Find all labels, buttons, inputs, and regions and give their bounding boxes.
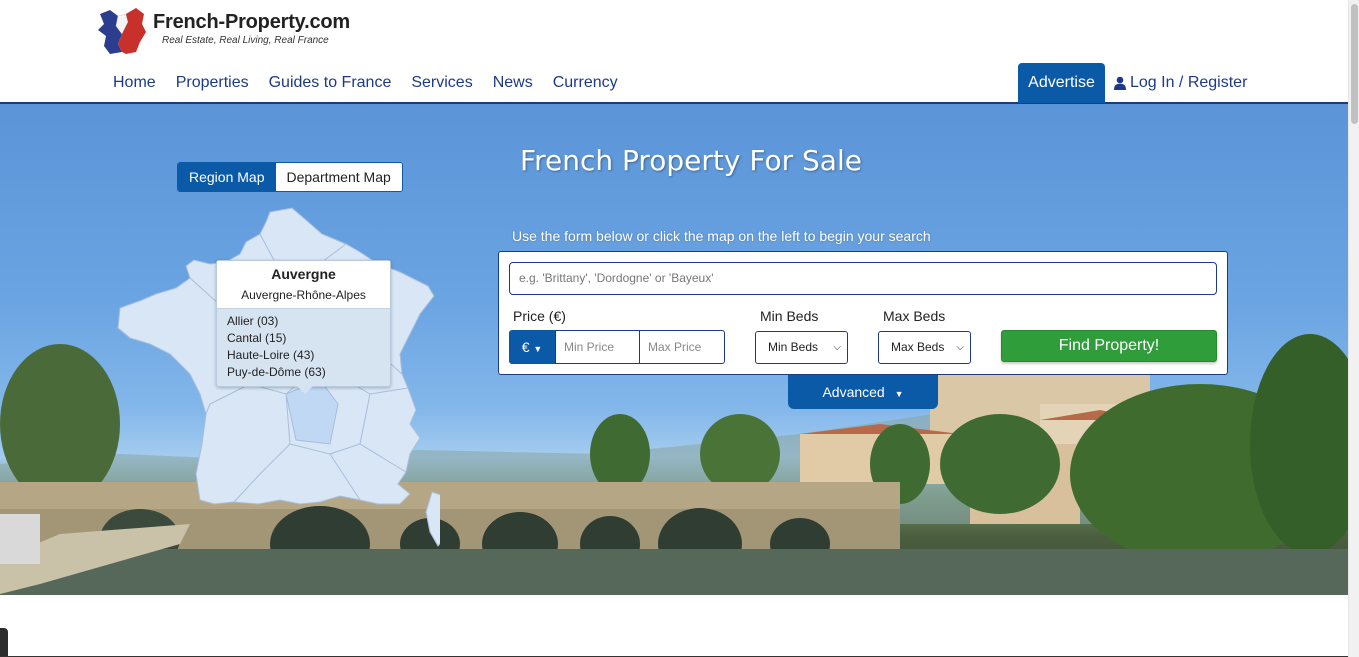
brand-name: French-Property.com [153,11,350,33]
search-hint-text: Use the form below or click the map on t… [512,228,931,244]
hero-title: French Property For Sale [520,144,862,177]
advertise-button[interactable]: Advertise [1018,63,1105,103]
region-name: Auvergne [271,266,336,282]
department-item[interactable]: Puy-de-Dôme (63) [227,364,390,381]
caret-down-icon: ▼ [894,389,904,399]
content-area [0,595,1348,657]
popup-pointer [297,386,313,394]
max-price-input[interactable]: Max Price [639,330,725,364]
hero-banner: French Property For Sale Region Map Depa… [0,104,1348,595]
max-beds-select[interactable]: Max Beds ⌵ [878,331,971,364]
find-property-button[interactable]: Find Property! [1001,330,1217,362]
brand-tagline: Real Estate, Real Living, Real France [162,35,329,46]
nav-guides[interactable]: Guides to France [259,63,402,103]
department-item[interactable]: Cantal (15) [227,330,390,347]
currency-symbol: € [521,339,530,355]
feedback-side-tab[interactable] [0,628,8,657]
price-label: Price (€) [513,308,566,324]
caret-down-icon: ▼ [533,344,543,354]
chevron-down-icon: ⌵ [833,342,841,353]
france-flag-logo-icon [98,8,146,54]
department-map-tab[interactable]: Department Map [275,163,402,191]
department-item[interactable]: Allier (03) [227,313,390,330]
user-icon [1114,76,1126,90]
page: French-Property.com Real Estate, Real Li… [0,0,1359,657]
site-header: French-Property.com Real Estate, Real Li… [0,0,1348,104]
main-nav: Home Properties Guides to France Service… [103,63,628,103]
property-search-form: e.g. 'Brittany', 'Dordogne' or 'Bayeux' … [498,251,1228,375]
min-beds-label: Min Beds [760,308,819,324]
min-beds-value: Min Beds [768,340,819,354]
region-map-tab[interactable]: Region Map [178,163,276,191]
login-register-link[interactable]: Log In / Register [1114,63,1247,103]
chevron-down-icon: ⌵ [956,342,964,353]
nav-news[interactable]: News [483,63,543,103]
advanced-search-toggle[interactable]: Advanced ▼ [788,375,938,409]
region-info-popup: Auvergne Auvergne-Rhône-Alpes Allier (03… [216,260,391,394]
location-search-input[interactable]: e.g. 'Brittany', 'Dordogne' or 'Bayeux' [509,262,1217,295]
department-list: Allier (03) Cantal (15) Haute-Loire (43)… [217,309,390,381]
min-price-input[interactable]: Min Price [555,330,640,364]
currency-dropdown[interactable]: € ▼ [509,330,555,364]
nav-home[interactable]: Home [103,63,166,103]
map-type-toggle: Region Map Department Map [177,162,403,192]
advanced-label: Advanced [822,384,885,400]
region-parent: Auvergne-Rhône-Alpes [241,288,366,302]
site-logo[interactable]: French-Property.com Real Estate, Real Li… [96,4,356,56]
nav-properties[interactable]: Properties [166,63,259,103]
max-beds-value: Max Beds [891,340,945,354]
page-scrollbar[interactable] [1348,0,1359,657]
login-label: Log In / Register [1130,74,1248,91]
max-beds-label: Max Beds [883,308,946,324]
department-item[interactable]: Haute-Loire (43) [227,347,390,364]
nav-currency[interactable]: Currency [543,63,628,103]
nav-services[interactable]: Services [401,63,482,103]
min-beds-select[interactable]: Min Beds ⌵ [755,331,848,364]
scrollbar-thumb[interactable] [1351,4,1358,124]
